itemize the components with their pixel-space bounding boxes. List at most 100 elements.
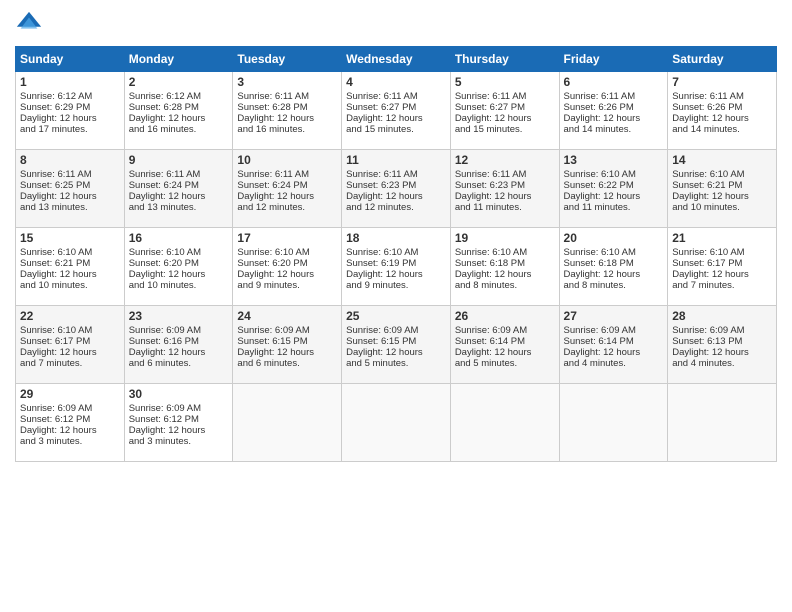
day-number: 22 bbox=[20, 309, 120, 323]
cell-line: Sunset: 6:26 PM bbox=[672, 102, 772, 113]
cell-line: and 8 minutes. bbox=[564, 280, 664, 291]
cell-line: and 10 minutes. bbox=[672, 202, 772, 213]
cell-line: Sunrise: 6:10 AM bbox=[564, 169, 664, 180]
cell-line: Daylight: 12 hours bbox=[455, 269, 555, 280]
cell-line: and 4 minutes. bbox=[564, 358, 664, 369]
calendar-cell bbox=[668, 384, 777, 462]
cell-line: Sunset: 6:26 PM bbox=[564, 102, 664, 113]
day-number: 14 bbox=[672, 153, 772, 167]
calendar-cell bbox=[233, 384, 342, 462]
cell-line: Daylight: 12 hours bbox=[455, 347, 555, 358]
cell-line: Sunset: 6:22 PM bbox=[564, 180, 664, 191]
cell-line: Sunset: 6:25 PM bbox=[20, 180, 120, 191]
cell-line: Sunrise: 6:10 AM bbox=[672, 169, 772, 180]
cell-line: and 10 minutes. bbox=[20, 280, 120, 291]
day-number: 23 bbox=[129, 309, 229, 323]
day-number: 28 bbox=[672, 309, 772, 323]
cell-line: Daylight: 12 hours bbox=[237, 191, 337, 202]
cell-line: Daylight: 12 hours bbox=[564, 191, 664, 202]
cell-line: and 5 minutes. bbox=[346, 358, 446, 369]
calendar-cell: 6Sunrise: 6:11 AMSunset: 6:26 PMDaylight… bbox=[559, 72, 668, 150]
cell-line: and 10 minutes. bbox=[129, 280, 229, 291]
day-number: 27 bbox=[564, 309, 664, 323]
day-number: 19 bbox=[455, 231, 555, 245]
cell-line: Sunrise: 6:10 AM bbox=[672, 247, 772, 258]
cell-line: Daylight: 12 hours bbox=[20, 347, 120, 358]
calendar-cell: 24Sunrise: 6:09 AMSunset: 6:15 PMDayligh… bbox=[233, 306, 342, 384]
cell-line: Sunset: 6:23 PM bbox=[346, 180, 446, 191]
cell-line: Sunset: 6:16 PM bbox=[129, 336, 229, 347]
cell-line: Daylight: 12 hours bbox=[564, 347, 664, 358]
cell-line: Daylight: 12 hours bbox=[672, 269, 772, 280]
calendar-cell: 23Sunrise: 6:09 AMSunset: 6:16 PMDayligh… bbox=[124, 306, 233, 384]
cell-line: Daylight: 12 hours bbox=[237, 269, 337, 280]
cell-line: and 6 minutes. bbox=[237, 358, 337, 369]
cell-line: Sunset: 6:18 PM bbox=[564, 258, 664, 269]
calendar-cell: 28Sunrise: 6:09 AMSunset: 6:13 PMDayligh… bbox=[668, 306, 777, 384]
calendar-cell bbox=[559, 384, 668, 462]
cell-line: and 3 minutes. bbox=[20, 436, 120, 447]
cell-line: and 15 minutes. bbox=[346, 124, 446, 135]
cell-line: Sunset: 6:15 PM bbox=[346, 336, 446, 347]
cell-line: and 9 minutes. bbox=[346, 280, 446, 291]
day-header-sunday: Sunday bbox=[16, 47, 125, 72]
cell-line: Daylight: 12 hours bbox=[129, 425, 229, 436]
cell-line: Sunset: 6:24 PM bbox=[237, 180, 337, 191]
day-number: 5 bbox=[455, 75, 555, 89]
day-number: 4 bbox=[346, 75, 446, 89]
cell-line: and 11 minutes. bbox=[455, 202, 555, 213]
cell-line: Sunset: 6:29 PM bbox=[20, 102, 120, 113]
cell-line: Sunset: 6:27 PM bbox=[346, 102, 446, 113]
calendar-cell bbox=[450, 384, 559, 462]
calendar-cell: 22Sunrise: 6:10 AMSunset: 6:17 PMDayligh… bbox=[16, 306, 125, 384]
day-number: 30 bbox=[129, 387, 229, 401]
day-number: 29 bbox=[20, 387, 120, 401]
cell-line: Daylight: 12 hours bbox=[346, 347, 446, 358]
cell-line: Daylight: 12 hours bbox=[129, 191, 229, 202]
day-number: 16 bbox=[129, 231, 229, 245]
cell-line: Sunset: 6:20 PM bbox=[129, 258, 229, 269]
cell-line: Daylight: 12 hours bbox=[20, 425, 120, 436]
day-number: 12 bbox=[455, 153, 555, 167]
cell-line: Sunrise: 6:12 AM bbox=[129, 91, 229, 102]
cell-line: Sunrise: 6:10 AM bbox=[455, 247, 555, 258]
cell-line: and 9 minutes. bbox=[237, 280, 337, 291]
calendar-cell: 13 Sunrise: 6:10 AMSunset: 6:22 PMDayligh… bbox=[559, 150, 668, 228]
header-row bbox=[15, 10, 777, 38]
calendar-cell: 21Sunrise: 6:10 AMSunset: 6:17 PMDayligh… bbox=[668, 228, 777, 306]
week-row: 1Sunrise: 6:12 AMSunset: 6:29 PMDaylight… bbox=[16, 72, 777, 150]
day-header-thursday: Thursday bbox=[450, 47, 559, 72]
cell-line: Daylight: 12 hours bbox=[237, 347, 337, 358]
calendar-cell: 9Sunrise: 6:11 AMSunset: 6:24 PMDaylight… bbox=[124, 150, 233, 228]
cell-line: and 11 minutes. bbox=[564, 202, 664, 213]
calendar-cell: 4Sunrise: 6:11 AMSunset: 6:27 PMDaylight… bbox=[342, 72, 451, 150]
cell-line: Daylight: 12 hours bbox=[564, 113, 664, 124]
calendar-thead: SundayMondayTuesdayWednesdayThursdayFrid… bbox=[16, 47, 777, 72]
cell-line: Sunrise: 6:11 AM bbox=[20, 169, 120, 180]
day-number: 13 bbox=[564, 153, 664, 167]
cell-line: Sunset: 6:15 PM bbox=[237, 336, 337, 347]
cell-line: Sunrise: 6:10 AM bbox=[564, 247, 664, 258]
calendar-cell: 5Sunrise: 6:11 AMSunset: 6:27 PMDaylight… bbox=[450, 72, 559, 150]
cell-line: and 15 minutes. bbox=[455, 124, 555, 135]
cell-line: Sunrise: 6:11 AM bbox=[455, 91, 555, 102]
cell-line: Sunrise: 6:11 AM bbox=[455, 169, 555, 180]
cell-line: Sunrise: 6:10 AM bbox=[237, 247, 337, 258]
cell-line: Sunset: 6:27 PM bbox=[455, 102, 555, 113]
cell-line: Sunset: 6:21 PM bbox=[20, 258, 120, 269]
calendar-cell: 26Sunrise: 6:09 AMSunset: 6:14 PMDayligh… bbox=[450, 306, 559, 384]
cell-line: and 12 minutes. bbox=[346, 202, 446, 213]
day-number: 11 bbox=[346, 153, 446, 167]
cell-line: and 12 minutes. bbox=[237, 202, 337, 213]
calendar-table: SundayMondayTuesdayWednesdayThursdayFrid… bbox=[15, 46, 777, 462]
cell-line: Sunrise: 6:09 AM bbox=[237, 325, 337, 336]
cell-line: Sunrise: 6:11 AM bbox=[237, 91, 337, 102]
cell-line: Daylight: 12 hours bbox=[672, 113, 772, 124]
cell-line: Sunrise: 6:09 AM bbox=[346, 325, 446, 336]
cell-line: Sunset: 6:13 PM bbox=[672, 336, 772, 347]
cell-line: Sunset: 6:12 PM bbox=[129, 414, 229, 425]
cell-line: Daylight: 12 hours bbox=[346, 113, 446, 124]
cell-line: Sunset: 6:20 PM bbox=[237, 258, 337, 269]
week-row: 15Sunrise: 6:10 AMSunset: 6:21 PMDayligh… bbox=[16, 228, 777, 306]
cell-line: Daylight: 12 hours bbox=[455, 191, 555, 202]
